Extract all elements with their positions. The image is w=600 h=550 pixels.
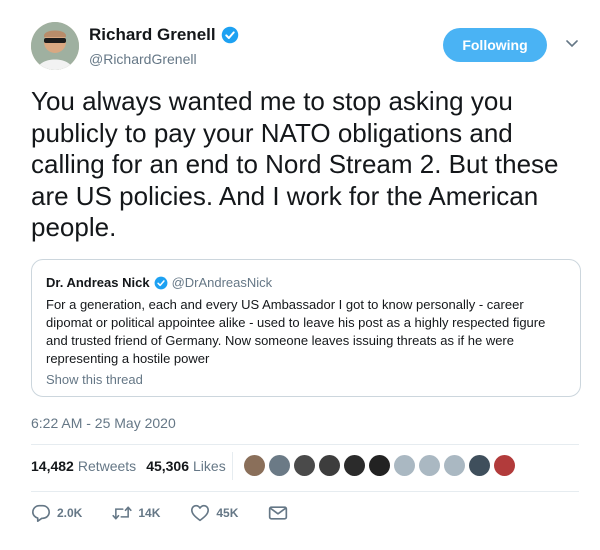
retweet-icon: [112, 506, 132, 520]
liker-avatar[interactable]: [269, 455, 290, 476]
divider: [31, 491, 579, 492]
likers-avatars: [244, 455, 519, 476]
liker-avatar[interactable]: [294, 455, 315, 476]
tweet-timestamp[interactable]: 6:22 AM - 25 May 2020: [31, 415, 176, 431]
reply-count: 2.0K: [57, 506, 83, 520]
like-count: 45K: [216, 506, 239, 520]
retweet-count: 14K: [138, 506, 161, 520]
tweet-card: Richard Grenell @RichardGrenell Followin…: [0, 0, 600, 550]
quoted-author-name: Dr. Andreas Nick: [46, 275, 150, 290]
retweets-count: 14,482: [31, 458, 74, 474]
verified-badge-icon: [221, 26, 238, 44]
envelope-icon: [269, 506, 288, 520]
quoted-author-handle: @DrAndreasNick: [171, 275, 273, 290]
chevron-down-icon[interactable]: [566, 40, 578, 48]
like-button[interactable]: 45K: [190, 504, 238, 522]
following-button[interactable]: Following: [443, 28, 547, 62]
likes-stat[interactable]: 45,306 Likes: [146, 458, 226, 474]
liker-avatar[interactable]: [494, 455, 515, 476]
show-thread-link[interactable]: Show this thread: [46, 372, 143, 387]
author-name-row[interactable]: Richard Grenell: [89, 25, 239, 45]
tweet-actions: 2.0K 14K 45K: [31, 504, 324, 522]
likes-count: 45,306: [146, 458, 190, 474]
liker-avatar[interactable]: [244, 455, 265, 476]
liker-avatar[interactable]: [369, 455, 390, 476]
avatar[interactable]: [31, 22, 79, 70]
liker-avatar[interactable]: [419, 455, 440, 476]
reply-button[interactable]: 2.0K: [31, 504, 82, 522]
retweets-stat[interactable]: 14,482 Retweets: [31, 458, 136, 474]
quoted-tweet[interactable]: Dr. Andreas Nick @DrAndreasNick For a ge…: [31, 259, 581, 397]
retweets-label: Retweets: [77, 458, 137, 474]
liker-avatar[interactable]: [394, 455, 415, 476]
liker-avatar[interactable]: [319, 455, 340, 476]
author-handle[interactable]: @RichardGrenell: [89, 51, 197, 67]
verified-badge-icon: [154, 276, 167, 289]
quoted-tweet-header: Dr. Andreas Nick @DrAndreasNick: [46, 275, 272, 290]
divider: [232, 452, 233, 480]
reply-icon: [31, 504, 50, 522]
tweet-text: You always wanted me to stop asking you …: [31, 86, 559, 242]
liker-avatar[interactable]: [344, 455, 365, 476]
retweet-button[interactable]: 14K: [112, 504, 160, 522]
direct-message-button[interactable]: [268, 504, 294, 522]
liker-avatar[interactable]: [469, 455, 490, 476]
heart-icon: [191, 504, 210, 522]
quoted-tweet-text: For a generation, each and every US Amba…: [46, 297, 546, 366]
likes-label: Likes: [193, 458, 226, 474]
author-display-name[interactable]: Richard Grenell: [89, 25, 216, 45]
divider: [31, 444, 579, 445]
liker-avatar[interactable]: [444, 455, 465, 476]
tweet-stats: 14,482 Retweets 45,306 Likes: [31, 458, 226, 474]
